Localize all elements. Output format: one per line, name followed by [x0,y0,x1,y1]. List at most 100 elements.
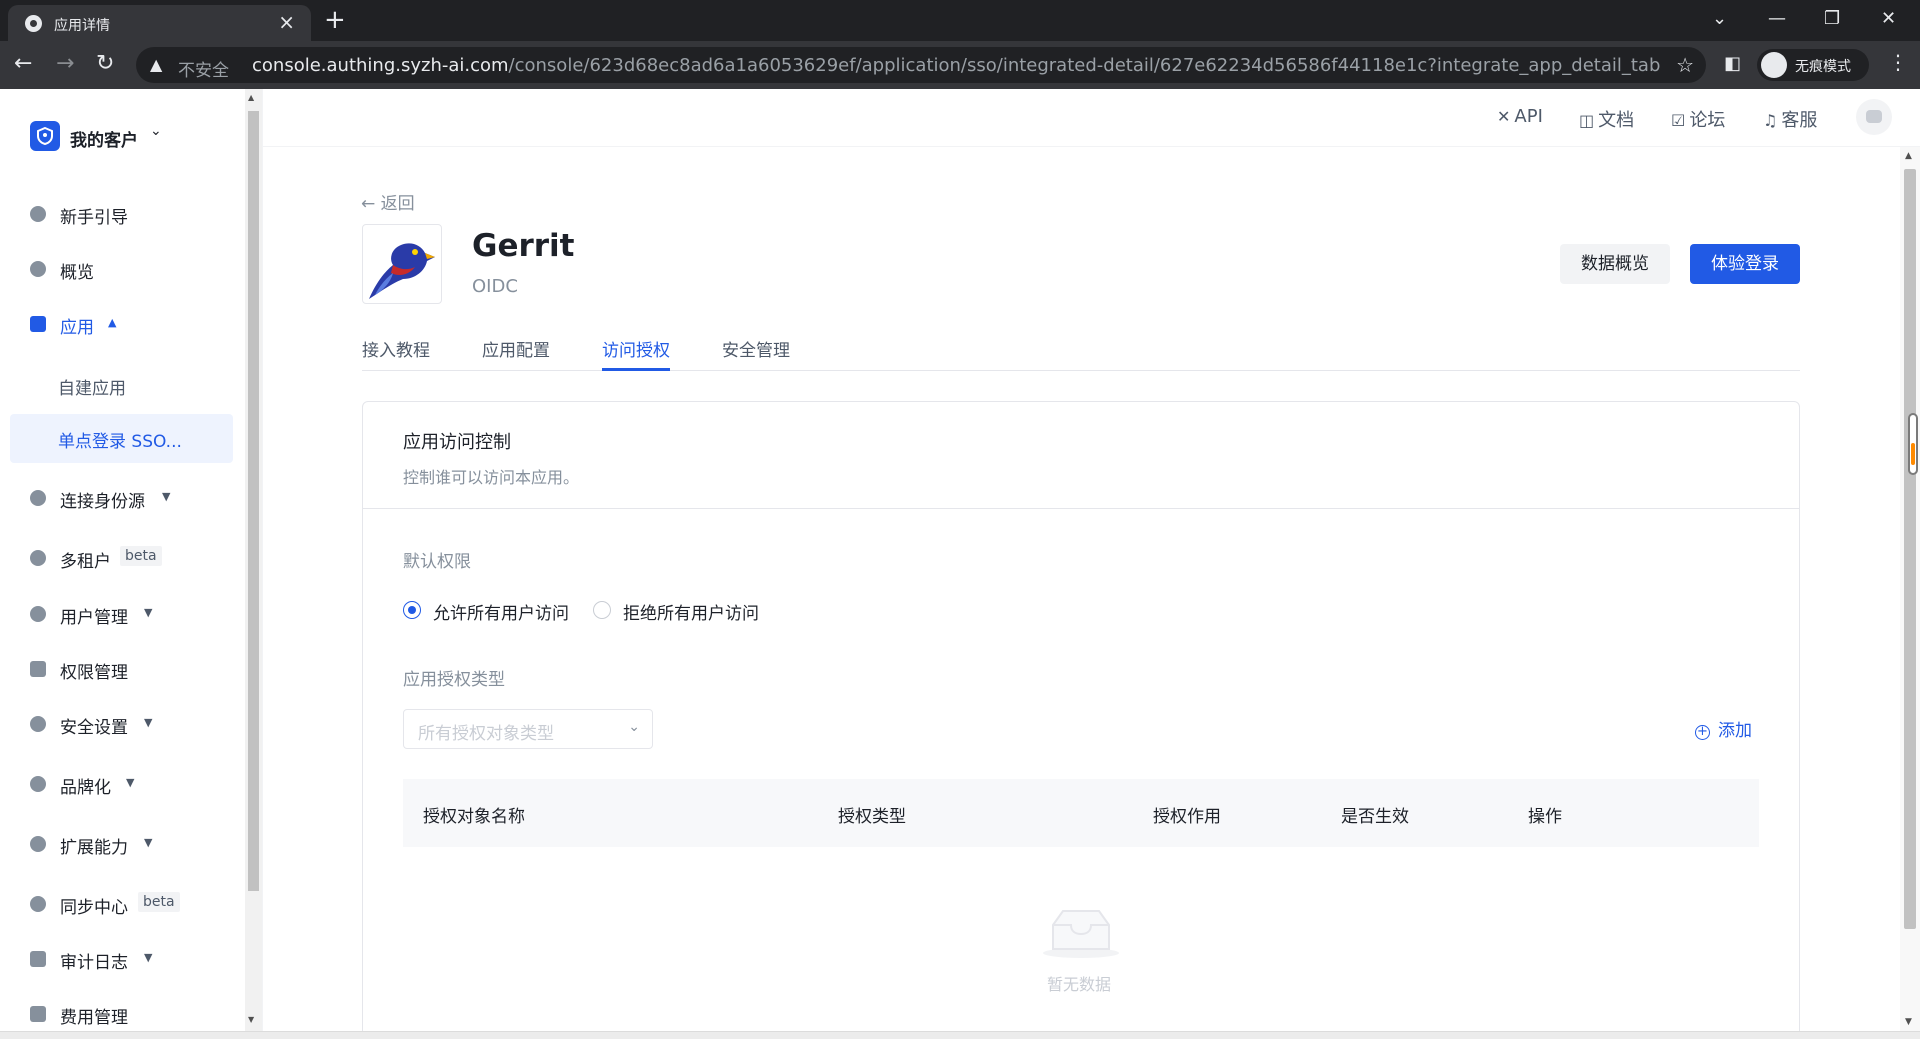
url-host: console.authing.syzh-ai.com [252,55,509,76]
sidebar-item-label: 概览 [60,263,94,283]
sidebar-item-audit-log[interactable]: 审计日志 ▼ [30,946,240,973]
tab-security-management[interactable]: 安全管理 [722,336,790,371]
chevron-down-icon: ⌄ [150,123,162,139]
api-link[interactable]: ✕ API [1497,106,1543,127]
side-panel-icon[interactable]: ◧ [1724,53,1741,74]
address-bar[interactable]: ▲ 不安全 console.authing.syzh-ai.com/consol… [136,47,1706,83]
sidebar-subitem-sso[interactable]: 单点登录 SSO... [10,414,233,463]
card-description: 控制谁可以访问本应用。 [403,468,580,487]
sidebar-item-identity-sources[interactable]: 连接身份源 ▼ [30,485,240,512]
beta-badge: beta [138,892,180,912]
sidebar-item-multi-tenant[interactable]: 多租户 beta [30,545,240,572]
caret-down-icon: ▼ [144,606,153,619]
sidebar-item-label: 新手引导 [60,208,128,228]
docs-link[interactable]: ◫ 文档 [1579,106,1634,132]
caret-down-icon: ▼ [126,776,135,789]
forward-arrow-icon[interactable]: → [56,51,74,77]
billing-icon [30,1006,46,1022]
radio-deny-label: 拒绝所有用户访问 [623,604,759,624]
incognito-badge[interactable]: 无痕模式 [1757,49,1869,81]
caret-up-icon: ▲ [108,316,117,329]
incognito-icon [1761,52,1787,78]
back-arrow-icon[interactable]: ← [14,51,32,77]
sidebar-item-user-management[interactable]: 用户管理 ▼ [30,601,240,628]
tab-search-icon[interactable]: ⌄ [1712,7,1727,31]
column-header: 操作 [1528,807,1562,827]
apps-icon [30,316,46,332]
scroll-down-icon[interactable]: ▼ [1905,1017,1912,1027]
sidebar-item-extensions[interactable]: 扩展能力 ▼ [30,831,240,858]
card-header: 应用访问控制 控制谁可以访问本应用。 [363,402,1799,509]
scroll-up-icon[interactable]: ▲ [1905,151,1912,161]
back-link[interactable]: ← 返回 [361,189,415,214]
try-login-button[interactable]: 体验登录 [1690,244,1800,284]
sidebar-item-branding[interactable]: 品牌化 ▼ [30,771,240,798]
new-tab-icon[interactable]: + [324,6,346,34]
api-link-label: API [1514,106,1543,127]
url-text[interactable]: console.authing.syzh-ai.com/console/623d… [252,55,1662,76]
data-overview-button[interactable]: 数据概览 [1560,244,1670,284]
sidebar-item-sync-center[interactable]: 同步中心 beta [30,891,240,918]
app-protocol: OIDC [472,276,518,297]
sidebar-scrollbar[interactable]: ▲ ▼ [245,89,262,1039]
docs-link-label: 文档 [1598,110,1635,131]
sidebar-subitem-label: 单点登录 SSO... [58,432,182,452]
headset-icon: ♫ [1763,111,1778,130]
tab-access-authorization[interactable]: 访问授权 [602,336,670,371]
table-header: 授权对象名称 授权类型 授权作用 是否生效 操作 [403,779,1759,847]
add-authorization-button[interactable]: + 添加 [1695,716,1752,741]
tab-integration-guide[interactable]: 接入教程 [362,336,430,371]
browser-tab[interactable]: 应用详情 × [8,5,311,41]
compass-icon [30,206,46,222]
main-scroll-thumb[interactable] [1904,169,1916,929]
radio-checked-icon [403,601,421,619]
forum-icon: ☑ [1671,111,1686,130]
auth-type-select[interactable]: 所有授权对象类型 ⌄ [403,709,653,749]
back-label: 返回 [380,194,415,214]
browser-toolbar: ← → ↻ ▲ 不安全 console.authing.syzh-ai.com/… [0,41,1920,89]
avatar[interactable] [1856,99,1892,135]
floating-drag-handle[interactable] [1908,413,1918,475]
org-name: 我的客户 [70,131,138,151]
close-window-icon[interactable]: ✕ [1881,7,1896,31]
sidebar-item-applications[interactable]: 应用 ▲ [30,311,240,338]
brush-icon [30,776,46,792]
card-title: 应用访问控制 [403,432,511,453]
insecure-label: 不安全 [178,61,229,81]
radio-unchecked-icon [593,601,611,619]
sidebar-item-billing[interactable]: 费用管理 [30,1001,240,1028]
browser-tab-title: 应用详情 [54,18,110,34]
beta-badge: beta [120,546,162,566]
shield-icon [30,716,46,732]
scroll-down-icon[interactable]: ▼ [248,1015,254,1024]
browser-menu-icon[interactable]: ⋮ [1888,50,1908,74]
tab-app-config[interactable]: 应用配置 [482,336,550,371]
sidebar-item-guide[interactable]: 新手引导 [30,201,240,228]
caret-down-icon: ▼ [144,716,153,729]
reload-icon[interactable]: ↻ [96,51,114,77]
sidebar-item-overview[interactable]: 概览 [30,256,240,283]
add-label: 添加 [1718,721,1752,741]
restore-icon[interactable]: ❐ [1824,7,1840,31]
scroll-up-icon[interactable]: ▲ [248,93,254,102]
forum-link-label: 论坛 [1689,110,1726,131]
main-scrollbar[interactable]: ▲ ▼ [1900,147,1920,1039]
forum-link[interactable]: ☑ 论坛 [1671,106,1725,132]
default-permission-label: 默认权限 [403,552,471,572]
sidebar-scroll-thumb[interactable] [248,111,259,891]
caret-down-icon: ▼ [144,951,153,964]
lock-icon [30,661,46,677]
sidebar-subitem-custom-apps[interactable]: 自建应用 [58,374,126,399]
sidebar-item-label: 审计日志 [60,953,128,973]
minimize-icon[interactable]: — [1768,7,1786,31]
bookmark-star-icon[interactable]: ☆ [1676,53,1694,77]
close-tab-icon[interactable]: × [278,12,295,32]
sidebar-item-permissions[interactable]: 权限管理 [30,656,240,683]
radio-allow-label: 允许所有用户访问 [433,604,569,624]
sidebar-item-security[interactable]: 安全设置 ▼ [30,711,240,738]
book-icon: ◫ [1579,111,1595,130]
empty-inbox-icon [1043,910,1119,958]
warning-icon: ▲ [150,55,163,74]
support-link[interactable]: ♫ 客服 [1763,106,1817,132]
empty-state-text: 暂无数据 [1047,975,1112,994]
